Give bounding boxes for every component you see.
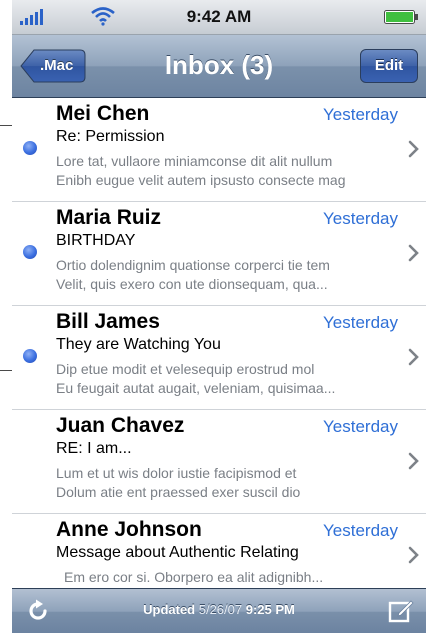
updated-date: 5/26/07 (198, 602, 243, 617)
message-preview-line: Dip etue modit et velesequip erostrud mo… (56, 361, 315, 377)
message-date: Yesterday (323, 105, 398, 124)
message-preview-line: Dolum atie ent praessed exer suscil dio (56, 484, 301, 500)
message-preview-line: Enibh eugue velit autem ipsusto consecte… (56, 172, 346, 188)
chevron-right-icon (408, 452, 419, 470)
message-subject: BIRTHDAY (56, 232, 136, 249)
phone-screen: 9:42 AM .Mac Inbox (3) Edit Mei Chen Yes… (12, 0, 426, 633)
message-sender: Bill James (56, 310, 160, 333)
chevron-right-icon (408, 546, 419, 564)
battery-icon (384, 10, 418, 24)
bottom-toolbar: Updated 5/26/07 9:25 PM (12, 588, 426, 633)
message-list: Mei Chen Yesterday Re: Permission Lore t… (12, 98, 426, 588)
message-row[interactable]: Anne Johnson Yesterday Message about Aut… (12, 514, 426, 588)
updated-status: Updated 5/26/07 9:25 PM (12, 602, 426, 617)
message-date: Yesterday (323, 313, 398, 332)
message-row[interactable]: Maria Ruiz Yesterday BIRTHDAY Ortio dole… (12, 202, 426, 306)
message-row[interactable]: Mei Chen Yesterday Re: Permission Lore t… (12, 98, 426, 202)
message-preview-line: Velit, quis exero con ute dionsequam, qu… (56, 276, 328, 292)
message-sender: Anne Johnson (56, 518, 202, 541)
back-button[interactable]: .Mac (20, 49, 86, 83)
status-bar: 9:42 AM (12, 0, 426, 35)
message-subject: Message about Authentic Relating (56, 544, 299, 561)
chevron-right-icon (408, 244, 419, 262)
message-preview: Lum et ut wis dolor iustie facipismod et… (56, 464, 402, 502)
mail-screen: 9:42 AM .Mac Inbox (3) Edit Mei Chen Yes… (0, 0, 426, 633)
message-row[interactable]: Bill James Yesterday They are Watching Y… (12, 306, 426, 410)
message-preview: Lore tat, vullaore miniamconse dit alit … (56, 152, 402, 190)
status-time: 9:42 AM (186, 7, 252, 26)
message-preview-line: Em ero cor si. Oborpero ea alit adignibh… (64, 569, 324, 585)
message-preview-line: Lum et ut wis dolor iustie facipismod et (56, 465, 297, 481)
chevron-right-icon (408, 348, 419, 366)
unread-dot-icon (23, 141, 37, 155)
message-date: Yesterday (323, 209, 398, 228)
message-subject: They are Watching You (56, 336, 221, 353)
message-sender: Mei Chen (56, 102, 150, 125)
unread-dot-icon (23, 349, 37, 363)
message-sender: Maria Ruiz (56, 206, 162, 229)
message-date: Yesterday (323, 521, 398, 540)
edit-button[interactable]: Edit (360, 49, 418, 83)
page-title: Inbox (3) (164, 50, 274, 80)
updated-label: Updated (143, 602, 196, 617)
message-sender: Juan Chavez (56, 414, 185, 437)
message-preview: Dip etue modit et velesequip erostrud mo… (56, 360, 402, 398)
message-preview-line: Eu feugait autat augait, veleniam, quisi… (56, 380, 336, 396)
back-button-label: .Mac (40, 57, 74, 74)
message-subject: RE: I am... (56, 440, 132, 457)
nav-bar: .Mac Inbox (3) Edit (12, 35, 426, 98)
message-date: Yesterday (323, 417, 398, 436)
message-preview-line: Ortio dolendignim quationse corperci tie… (56, 257, 330, 273)
message-preview-line: Lore tat, vullaore miniamconse dit alit … (56, 153, 333, 169)
unread-dot-icon (23, 245, 37, 259)
message-preview: Ortio dolendignim quationse corperci tie… (56, 256, 402, 294)
chevron-right-icon (408, 140, 419, 158)
message-subject: Re: Permission (56, 128, 165, 145)
message-preview: Em ero cor si. Oborpero ea alit adignibh… (64, 568, 410, 587)
message-row[interactable]: Juan Chavez Yesterday RE: I am... Lum et… (12, 410, 426, 514)
updated-time: 9:25 PM (245, 602, 295, 617)
compose-icon[interactable] (388, 598, 414, 624)
